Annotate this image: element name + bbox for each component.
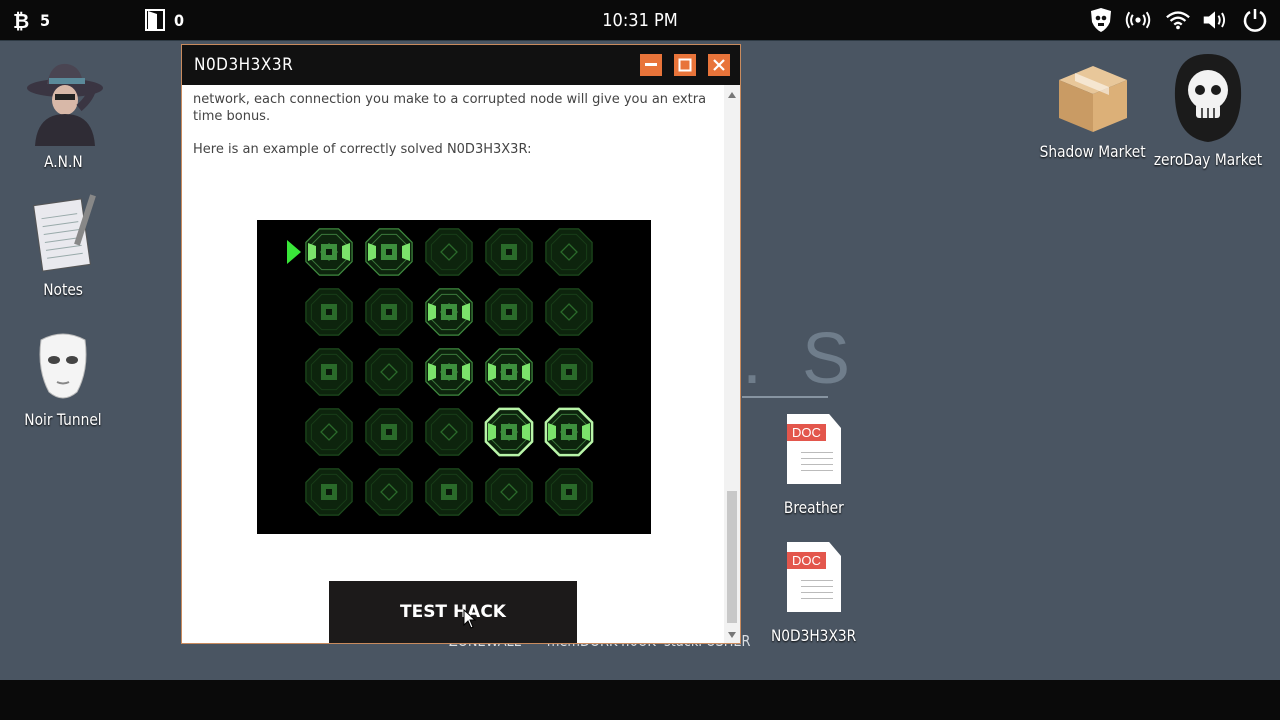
puzzle-node: [305, 408, 353, 456]
desktop-icon-zeroday-market[interactable]: zeroDay Market: [1153, 52, 1263, 169]
notepad-icon: [33, 194, 96, 272]
minimize-button[interactable]: [640, 54, 662, 76]
puzzle-node: [365, 468, 413, 516]
skull-icon: [1174, 54, 1242, 142]
puzzle-node: [305, 288, 353, 336]
broadcast-icon: [1125, 7, 1151, 33]
puzzle-node: [545, 468, 593, 516]
desktop-icon-label: zeroDay Market: [1153, 150, 1263, 169]
puzzle-node: [365, 408, 413, 456]
puzzle-node: [425, 228, 473, 276]
close-button[interactable]: [708, 54, 730, 76]
window-titlebar[interactable]: N0D3H3X3R: [182, 45, 740, 85]
maximize-icon: [678, 58, 692, 72]
window-title: N0D3H3X3R: [194, 55, 294, 75]
puzzle-node: [305, 228, 353, 276]
skull-shield-icon: [1088, 7, 1114, 33]
power-icon: [1242, 7, 1268, 33]
wallpaper-underline: [742, 396, 828, 398]
example-puzzle-board: [257, 220, 651, 534]
desktop-icon-notes[interactable]: Notes: [18, 190, 108, 299]
mask-icon: [39, 333, 87, 399]
desktop-icon-shadow-market[interactable]: Shadow Market: [1040, 62, 1146, 161]
scrollbar-thumb[interactable]: [727, 491, 737, 623]
desktop-icon-label: A.N.N: [43, 152, 83, 171]
puzzle-grid: [287, 228, 594, 516]
security-button[interactable]: [1088, 0, 1114, 40]
broadcast-button[interactable]: [1125, 0, 1151, 40]
top-status-bar: ₿ 5 0 10:31 PM: [0, 0, 1280, 41]
scroll-down-icon[interactable]: [727, 631, 737, 639]
puzzle-node: [305, 468, 353, 516]
wallpaper-logo-fragment: . S: [742, 319, 861, 399]
puzzle-node: [545, 228, 593, 276]
desktop-icon-label: Notes: [43, 280, 83, 299]
puzzle-node: [484, 407, 534, 457]
puzzle-node: [365, 228, 413, 276]
puzzle-node: [425, 288, 473, 336]
start-arrow-icon: [287, 240, 301, 264]
scroll-up-icon[interactable]: [727, 91, 737, 99]
puzzle-node: [305, 348, 353, 396]
desktop-icon-label: Noir Tunnel: [24, 410, 102, 429]
desktop-file-label: N0D3H3X3R: [771, 626, 857, 645]
puzzle-node: [365, 348, 413, 396]
desktop-icon-noir-tunnel[interactable]: Noir Tunnel: [18, 330, 108, 429]
puzzle-node: [425, 348, 473, 396]
desktop-file-label: Breather: [784, 498, 844, 517]
desktop-file-breather[interactable]: DOC Breather: [770, 414, 858, 517]
maximize-button[interactable]: [674, 54, 696, 76]
doc-tag: DOC: [787, 424, 826, 441]
hacker-avatar-icon: [27, 63, 103, 146]
power-button[interactable]: [1242, 0, 1268, 40]
wifi-button[interactable]: [1165, 0, 1191, 40]
desktop-icon-ann[interactable]: A.N.N: [18, 58, 108, 171]
puzzle-node: [425, 408, 473, 456]
minimize-icon: [645, 63, 657, 66]
puzzle-node: [545, 288, 593, 336]
desktop-file-nodehexer[interactable]: DOC N0D3H3X3R: [766, 542, 862, 645]
example-caption: Here is an example of correctly solved N…: [193, 142, 532, 157]
puzzle-node: [425, 468, 473, 516]
puzzle-node: [544, 407, 594, 457]
description-paragraph: network, each connection you make to a c…: [193, 92, 707, 124]
puzzle-node: [365, 288, 413, 336]
doc-tag: DOC: [787, 552, 826, 569]
puzzle-node: [545, 348, 593, 396]
test-hack-button[interactable]: TEST HACK: [329, 581, 577, 643]
puzzle-node: [485, 348, 533, 396]
nodehexer-window: N0D3H3X3R network, each connection you m…: [181, 44, 741, 644]
puzzle-node: [485, 228, 533, 276]
window-scrollbar[interactable]: [724, 85, 740, 643]
mouse-cursor-icon: [463, 609, 477, 629]
package-icon: [1059, 66, 1127, 132]
bottom-taskbar: [0, 680, 1280, 720]
close-icon: [713, 59, 725, 71]
volume-icon: [1202, 7, 1228, 33]
window-content: network, each connection you make to a c…: [182, 85, 724, 643]
doc-file-icon: DOC: [787, 414, 841, 484]
puzzle-node: [485, 288, 533, 336]
desktop-icon-label: Shadow Market: [1040, 142, 1146, 161]
puzzle-node: [485, 468, 533, 516]
volume-button[interactable]: [1202, 0, 1228, 40]
doc-file-icon: DOC: [787, 542, 841, 612]
wifi-icon: [1165, 7, 1191, 33]
